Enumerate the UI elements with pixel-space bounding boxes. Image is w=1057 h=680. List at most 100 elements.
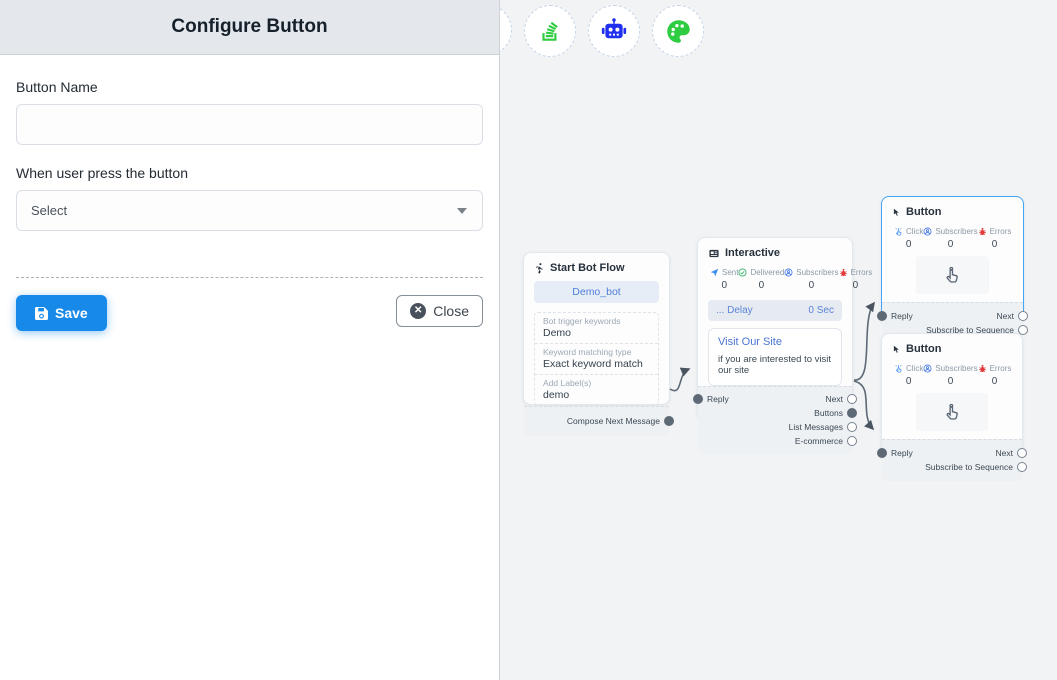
- message-body: if you are interested to visit our site: [718, 354, 832, 376]
- chevron-down-icon: [457, 208, 467, 214]
- stat-label: Subscribers: [935, 364, 977, 373]
- reply-input-handle[interactable]: [693, 394, 703, 404]
- stat-label: Errors: [990, 227, 1012, 236]
- save-button[interactable]: Save: [16, 295, 107, 331]
- press-action-select[interactable]: Select: [16, 190, 483, 231]
- bug-icon: [978, 227, 987, 236]
- stat-errors: Errors 0: [978, 364, 1012, 387]
- ecommerce-output-handle[interactable]: [847, 436, 857, 446]
- field-matching-type: Keyword matching type Exact keyword matc…: [535, 344, 658, 375]
- list-messages-output-handle[interactable]: [847, 422, 857, 432]
- stat-subscribers: Subscribers 0: [923, 227, 977, 250]
- close-button-label: Close: [433, 303, 469, 319]
- close-icon: ✕: [410, 303, 426, 319]
- stat-click: Click 0: [894, 227, 923, 250]
- field-value: demo: [543, 389, 650, 401]
- bug-icon: [839, 268, 848, 277]
- palette-icon: [665, 18, 692, 45]
- reply-input-handle[interactable]: [877, 311, 887, 321]
- button-node-1[interactable]: Button Click 0 Subscribers: [881, 196, 1024, 325]
- stat-delivered: Delivered 0: [738, 268, 784, 291]
- stat-value: 0: [784, 280, 838, 291]
- button-node-body: Click 0 Subscribers 0: [882, 223, 1023, 302]
- interactive-message-card[interactable]: Visit Our Site if you are interested to …: [708, 328, 842, 386]
- button-preview: [916, 393, 988, 431]
- stat-value: 0: [710, 280, 738, 291]
- next-output-handle[interactable]: [1018, 311, 1028, 321]
- card-icon: [708, 248, 720, 259]
- interactive-node[interactable]: Interactive Sent 0 Delivered: [697, 237, 853, 420]
- button-node-header: Button: [882, 334, 1022, 360]
- compose-output-handle[interactable]: [664, 416, 674, 426]
- stat-label: Delivered: [750, 268, 784, 277]
- list-messages-output-label: List Messages: [789, 422, 843, 432]
- subscribe-sequence-output-handle[interactable]: [1017, 462, 1027, 472]
- delay-value: 0 Sec: [808, 305, 834, 316]
- field-label: Bot trigger keywords: [543, 316, 650, 326]
- stack-icon: [537, 18, 563, 44]
- stat-value: 0: [923, 376, 977, 387]
- button-node-title: Button: [906, 206, 941, 218]
- check-circle-icon: [738, 268, 747, 277]
- toolbar-stack-button[interactable]: [524, 5, 576, 57]
- flow-builder-app: Configure Button Button Name When user p…: [0, 0, 1057, 680]
- stat-click: Click 0: [894, 364, 923, 387]
- toolbar-theme-button[interactable]: [652, 5, 704, 57]
- bot-name-badge: Demo_bot: [534, 281, 659, 303]
- press-action-label: When user press the button: [16, 165, 483, 181]
- button-node-body: Click 0 Subscribers 0: [882, 360, 1022, 439]
- edge-buttons-to-button2: [854, 381, 873, 429]
- start-node-header: Start Bot Flow: [524, 253, 669, 279]
- ecommerce-output-label: E-commerce: [795, 436, 843, 446]
- message-title: Visit Our Site: [718, 336, 832, 348]
- field-value: Demo: [543, 327, 650, 339]
- close-button[interactable]: ✕ Close: [396, 295, 483, 327]
- delay-bar[interactable]: ... Delay 0 Sec: [708, 300, 842, 321]
- cursor-icon: [892, 207, 901, 218]
- buttons-output-handle[interactable]: [847, 408, 857, 418]
- toolbar-bot-button[interactable]: [588, 5, 640, 57]
- save-icon: [35, 307, 48, 320]
- button-node-2[interactable]: Button Click 0 Subscribers: [881, 333, 1023, 462]
- start-bot-flow-node[interactable]: Start Bot Flow Demo_bot Bot trigger keyw…: [523, 252, 670, 405]
- toolbar-circle-hidden[interactable]: [500, 4, 512, 56]
- next-output-label: Next: [996, 448, 1013, 458]
- stat-label: Errors: [990, 364, 1012, 373]
- robot-icon: [600, 17, 628, 45]
- next-output-label: Next: [997, 311, 1014, 321]
- interactive-node-title: Interactive: [725, 247, 780, 259]
- stat-value: 0: [894, 239, 923, 250]
- subscribe-sequence-output-label: Subscribe to Sequence: [925, 462, 1013, 472]
- stat-errors: Errors 0: [839, 268, 873, 291]
- next-output-label: Next: [826, 394, 843, 404]
- stat-value: 0: [978, 376, 1012, 387]
- bug-icon: [978, 364, 987, 373]
- stat-sent: Sent 0: [710, 268, 738, 291]
- save-button-label: Save: [55, 305, 88, 321]
- hand-pointer-icon: [943, 403, 962, 422]
- button-node-header: Button: [882, 197, 1023, 223]
- edge-buttons-to-button1: [854, 303, 874, 380]
- stat-label: Errors: [851, 268, 873, 277]
- interactive-node-footer: Reply Next Buttons List Messages E-comme…: [698, 386, 852, 454]
- reply-input-handle[interactable]: [877, 448, 887, 458]
- reply-label: Reply: [891, 448, 913, 458]
- next-output-handle[interactable]: [1017, 448, 1027, 458]
- stat-label: Sent: [722, 268, 738, 277]
- button-name-input[interactable]: [16, 104, 483, 145]
- flow-canvas[interactable]: Start Bot Flow Demo_bot Bot trigger keyw…: [500, 0, 1057, 680]
- start-node-footer: Compose Next Message: [524, 406, 669, 436]
- button-name-label: Button Name: [16, 79, 483, 95]
- next-output-handle[interactable]: [847, 394, 857, 404]
- stat-value: 0: [738, 280, 784, 291]
- delay-label: ... Delay: [716, 305, 753, 316]
- edge-start-to-interactive: [670, 369, 689, 391]
- click-icon: [894, 227, 903, 236]
- stat-label: Subscribers: [796, 268, 838, 277]
- buttons-output-label: Buttons: [814, 408, 843, 418]
- stat-subscribers: Subscribers 0: [923, 364, 977, 387]
- page-title: Configure Button: [171, 16, 327, 38]
- start-node-fields: Bot trigger keywords Demo Keyword matchi…: [534, 312, 659, 406]
- reply-label: Reply: [707, 394, 729, 404]
- field-label: Keyword matching type: [543, 347, 650, 357]
